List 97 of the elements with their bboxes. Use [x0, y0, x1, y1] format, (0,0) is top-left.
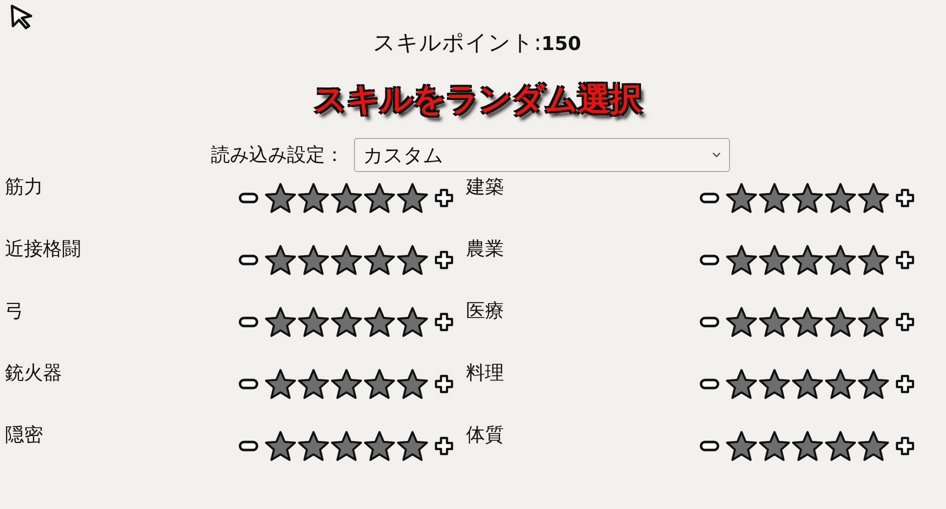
- minus-icon[interactable]: [238, 254, 260, 266]
- minus-icon[interactable]: [699, 378, 721, 390]
- minus-icon[interactable]: [238, 192, 260, 204]
- plus-icon[interactable]: [894, 373, 916, 395]
- star-icon: [264, 182, 297, 214]
- star-icon: [725, 368, 758, 400]
- star-icon: [330, 368, 363, 400]
- star-icon: [297, 182, 330, 214]
- star-rating[interactable]: [264, 430, 429, 462]
- star-icon: [857, 430, 890, 462]
- star-icon: [330, 182, 363, 214]
- minus-icon[interactable]: [238, 378, 260, 390]
- star-icon: [363, 182, 396, 214]
- star-icon: [824, 368, 857, 400]
- star-icon: [791, 306, 824, 338]
- star-icon: [824, 244, 857, 276]
- skill-name: 体質: [466, 423, 504, 448]
- star-icon: [264, 244, 297, 276]
- plus-icon[interactable]: [433, 187, 455, 209]
- plus-icon[interactable]: [433, 311, 455, 333]
- star-rating[interactable]: [725, 306, 890, 338]
- chevron-icon: [712, 152, 721, 158]
- star-icon: [264, 306, 297, 338]
- star-icon: [758, 368, 791, 400]
- star-icon: [363, 430, 396, 462]
- star-icon: [791, 368, 824, 400]
- star-icon: [363, 306, 396, 338]
- plus-icon[interactable]: [894, 249, 916, 271]
- star-icon: [297, 430, 330, 462]
- skill-name: 料理: [466, 361, 504, 386]
- star-icon: [725, 430, 758, 462]
- minus-icon[interactable]: [699, 254, 721, 266]
- star-icon: [758, 244, 791, 276]
- star-icon: [758, 182, 791, 214]
- skill-points-value: 150: [541, 33, 582, 55]
- star-icon: [824, 430, 857, 462]
- star-icon: [725, 182, 758, 214]
- star-icon: [396, 430, 429, 462]
- star-rating[interactable]: [264, 182, 429, 214]
- star-icon: [758, 306, 791, 338]
- star-icon: [791, 244, 824, 276]
- star-icon: [297, 368, 330, 400]
- plus-icon[interactable]: [894, 435, 916, 457]
- star-rating[interactable]: [725, 430, 890, 462]
- plus-icon[interactable]: [894, 187, 916, 209]
- star-icon: [725, 306, 758, 338]
- star-icon: [264, 368, 297, 400]
- skill-name: 銃火器: [5, 361, 62, 386]
- star-icon: [330, 306, 363, 338]
- preset-select[interactable]: カスタム: [354, 138, 730, 172]
- plus-icon[interactable]: [433, 435, 455, 457]
- skill-name: 筋力: [5, 175, 43, 200]
- plus-icon[interactable]: [433, 249, 455, 271]
- minus-icon[interactable]: [699, 192, 721, 204]
- skill-name: 医療: [466, 299, 504, 324]
- star-rating[interactable]: [264, 306, 429, 338]
- minus-icon[interactable]: [699, 316, 721, 328]
- plus-icon[interactable]: [433, 373, 455, 395]
- star-rating[interactable]: [264, 244, 429, 276]
- star-icon: [791, 430, 824, 462]
- minus-icon[interactable]: [238, 316, 260, 328]
- star-icon: [758, 430, 791, 462]
- skill-points-label: スキルポイント:: [372, 30, 542, 58]
- plus-icon[interactable]: [894, 311, 916, 333]
- star-icon: [824, 306, 857, 338]
- skill-name: 建築: [466, 175, 504, 200]
- random-select-button[interactable]: スキルをランダム選択: [314, 78, 642, 122]
- star-icon: [297, 244, 330, 276]
- minus-icon[interactable]: [238, 440, 260, 452]
- skill-name: 弓: [5, 299, 24, 324]
- minus-icon[interactable]: [699, 440, 721, 452]
- star-icon: [857, 244, 890, 276]
- cursor-icon: [9, 4, 35, 30]
- star-rating[interactable]: [264, 368, 429, 400]
- star-icon: [396, 368, 429, 400]
- star-rating[interactable]: [725, 244, 890, 276]
- star-icon: [396, 306, 429, 338]
- skill-name: 農業: [466, 237, 504, 262]
- star-rating[interactable]: [725, 182, 890, 214]
- star-icon: [824, 182, 857, 214]
- preset-label: 読み込み設定：: [211, 143, 344, 168]
- star-icon: [264, 430, 297, 462]
- star-icon: [330, 244, 363, 276]
- star-icon: [857, 368, 890, 400]
- star-icon: [330, 430, 363, 462]
- skill-name: 近接格闘: [5, 237, 81, 262]
- star-icon: [396, 182, 429, 214]
- star-icon: [791, 182, 824, 214]
- star-icon: [363, 244, 396, 276]
- star-icon: [857, 182, 890, 214]
- star-icon: [396, 244, 429, 276]
- skill-name: 隠密: [5, 423, 43, 448]
- star-rating[interactable]: [725, 368, 890, 400]
- star-icon: [857, 306, 890, 338]
- star-icon: [297, 306, 330, 338]
- star-icon: [363, 368, 396, 400]
- star-icon: [725, 244, 758, 276]
